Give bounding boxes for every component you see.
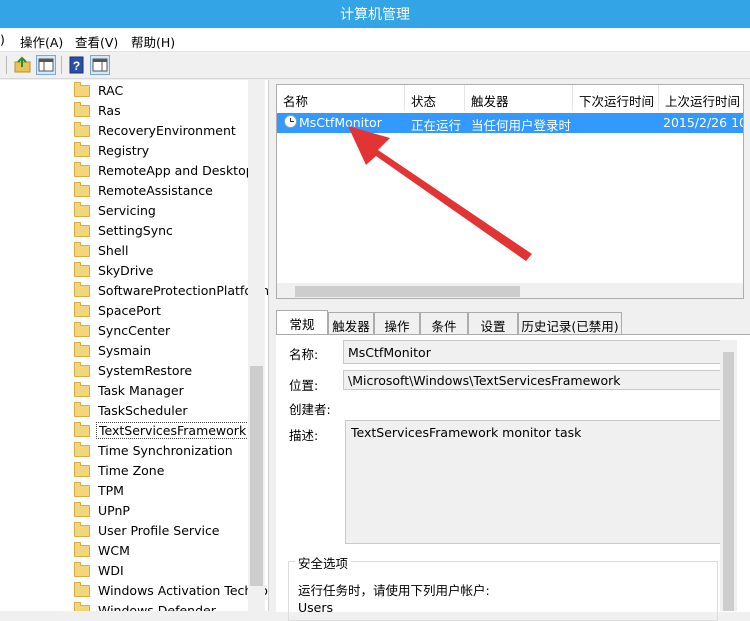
- name-field[interactable]: MsCtfMonitor: [343, 340, 723, 364]
- tab-conditions[interactable]: 条件: [420, 312, 468, 334]
- description-field[interactable]: TextServicesFramework monitor task: [345, 420, 723, 544]
- security-options-text: 运行任务时，请使用下列用户帐户:: [298, 583, 490, 598]
- tab-triggers[interactable]: 触发器: [328, 312, 374, 334]
- details-scrollbar[interactable]: [720, 340, 737, 611]
- security-options-group: 安全选项 运行任务时，请使用下列用户帐户: Users: [288, 553, 718, 621]
- security-user: Users: [298, 600, 334, 615]
- tab-general[interactable]: 常规: [276, 310, 328, 335]
- details-scrollbar-thumb[interactable]: [723, 352, 734, 611]
- author-label: 创建者:: [289, 402, 331, 417]
- name-label: 名称:: [289, 347, 319, 362]
- tab-settings[interactable]: 设置: [468, 312, 518, 334]
- tab-history[interactable]: 历史记录(已禁用): [518, 312, 622, 334]
- security-options-title: 安全选项: [295, 553, 352, 572]
- description-label: 描述:: [289, 428, 319, 443]
- location-field[interactable]: \Microsoft\Windows\TextServicesFramework: [343, 370, 723, 390]
- location-label: 位置:: [289, 378, 319, 393]
- tab-actions[interactable]: 操作: [374, 312, 420, 334]
